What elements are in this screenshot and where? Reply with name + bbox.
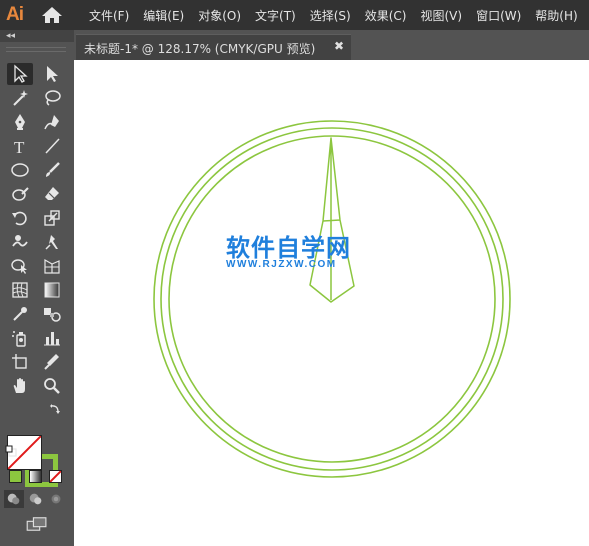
color-mode-button[interactable] [9, 470, 22, 483]
collapse-panel-icon[interactable]: ◂◂ [6, 30, 15, 42]
panel-grip[interactable] [6, 47, 66, 52]
eyedropper-tool-icon[interactable] [7, 303, 33, 325]
direct-selection-tool-icon[interactable] [39, 63, 65, 85]
menu-select[interactable]: 选择(S) [310, 7, 351, 24]
free-transform-tool-icon[interactable] [39, 231, 65, 253]
menu-type[interactable]: 文字(T) [255, 7, 296, 24]
eraser-tool-icon[interactable] [39, 183, 65, 205]
mesh-tool-icon[interactable] [7, 279, 33, 301]
tools-panel: ◂◂ T [0, 30, 74, 546]
inner-circle [168, 135, 496, 463]
default-fill-stroke-icon[interactable] [5, 445, 17, 457]
menu-view[interactable]: 视图(V) [420, 7, 462, 24]
scale-tool-icon[interactable] [39, 207, 65, 229]
none-mode-button[interactable] [49, 470, 62, 483]
shaper-tool-icon[interactable] [7, 183, 33, 205]
gradient-tool-icon[interactable] [39, 279, 65, 301]
lasso-tool-icon[interactable] [39, 87, 65, 109]
type-tool-icon[interactable]: T [7, 135, 33, 157]
menu-edit[interactable]: 编辑(E) [143, 7, 184, 24]
menu-effect[interactable]: 效果(C) [365, 7, 407, 24]
warp-tool-icon[interactable] [7, 231, 33, 253]
document-tab[interactable]: 未标题-1* @ 128.17% (CMYK/GPU 预览) ✖ [76, 34, 351, 61]
column-graph-tool-icon[interactable] [39, 327, 65, 349]
draw-behind-icon[interactable] [26, 490, 46, 508]
gradient-mode-button[interactable] [29, 470, 42, 483]
artboard-canvas[interactable]: 软件自学网 WWW.RJZXW.COM [74, 60, 589, 546]
document-tab-title: 未标题-1* @ 128.17% (CMYK/GPU 预览) [84, 42, 316, 56]
draw-normal-icon[interactable] [4, 490, 24, 508]
document-tab-bar: 未标题-1* @ 128.17% (CMYK/GPU 预览) ✖ [74, 30, 589, 61]
close-icon[interactable]: ✖ [334, 39, 344, 53]
artboard-tool-icon[interactable] [7, 351, 33, 373]
zoom-tool-icon[interactable] [39, 375, 65, 397]
tools-panel-header: ◂◂ [0, 30, 74, 42]
watermark-title: 软件自学网 [226, 234, 351, 262]
menu-file[interactable]: 文件(F) [89, 7, 129, 24]
screen-mode-icon[interactable] [24, 515, 50, 533]
home-icon[interactable] [41, 6, 63, 24]
watermark-url: WWW.RJZXW.COM [226, 259, 337, 270]
menu-object[interactable]: 对象(O) [198, 7, 241, 24]
blend-tool-icon[interactable] [39, 303, 65, 325]
symbol-sprayer-tool-icon[interactable] [7, 327, 33, 349]
curvature-tool-icon[interactable] [39, 111, 65, 133]
draw-inside-icon[interactable] [46, 490, 66, 508]
swap-fill-stroke-icon[interactable] [48, 402, 62, 416]
pen-tool-icon[interactable] [7, 111, 33, 133]
magic-wand-tool-icon[interactable] [7, 87, 33, 109]
rotate-tool-icon[interactable] [7, 207, 33, 229]
middle-circle [160, 127, 504, 471]
app-logo: Ai [6, 4, 24, 25]
menu-window[interactable]: 窗口(W) [476, 7, 521, 24]
ellipse-tool-icon[interactable] [7, 159, 33, 181]
menu-bar: Ai 文件(F) 编辑(E) 对象(O) 文字(T) 选择(S) 效果(C) 视… [0, 0, 589, 30]
outer-circle [153, 120, 511, 478]
selection-tool-icon[interactable] [7, 63, 33, 85]
clock-hand [309, 137, 355, 303]
perspective-grid-tool-icon[interactable] [39, 255, 65, 277]
svg-text:T: T [14, 138, 25, 156]
paintbrush-tool-icon[interactable] [39, 159, 65, 181]
hand-tool-icon[interactable] [7, 375, 33, 397]
artwork [153, 120, 511, 478]
menu-help[interactable]: 帮助(H) [535, 7, 577, 24]
shape-builder-tool-icon[interactable] [7, 255, 33, 277]
slice-tool-icon[interactable] [39, 351, 65, 373]
line-segment-tool-icon[interactable] [39, 135, 65, 157]
